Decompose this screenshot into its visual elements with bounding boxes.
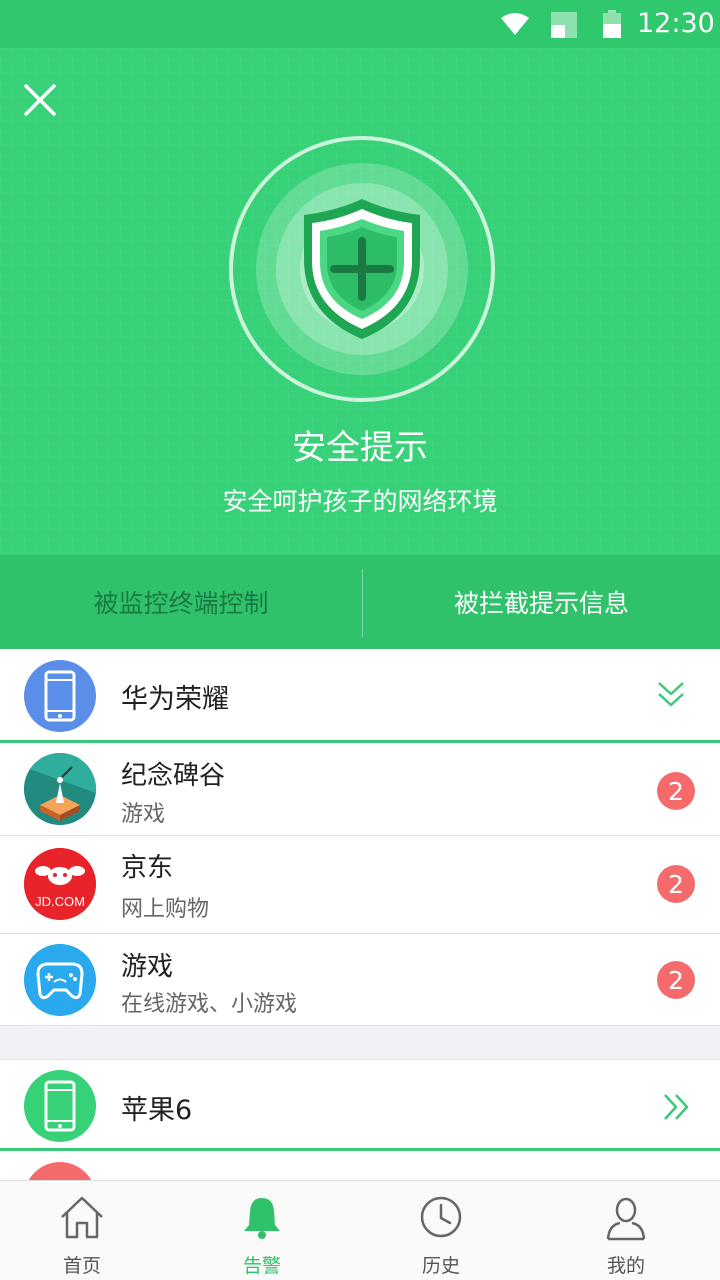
home-icon xyxy=(61,1196,103,1239)
phone-icon xyxy=(44,670,76,722)
device-avatar xyxy=(24,660,96,732)
page-subtitle: 安全呵护孩子的网络环境 xyxy=(222,487,498,516)
device-avatar xyxy=(24,1070,96,1142)
app-category: 在线游戏、小游戏 xyxy=(121,992,298,1017)
status-time: 12:30 xyxy=(637,8,715,39)
jd-icon: JD.COM xyxy=(24,848,96,920)
tab-monitored-terminal-control[interactable]: 被监控终端控制 xyxy=(0,555,362,649)
device-name: 华为荣耀 xyxy=(121,684,229,715)
shield-emblem xyxy=(228,135,496,403)
divider xyxy=(0,1148,720,1151)
list-item[interactable]: JD.COM 京东 网上购物 2 xyxy=(0,836,720,934)
nav-label: 历史 xyxy=(421,1255,460,1277)
wifi-icon xyxy=(501,13,529,35)
signal-icon xyxy=(551,12,577,38)
chevron-down-icon[interactable] xyxy=(656,679,686,709)
app-category: 网上购物 xyxy=(121,897,210,922)
clock-icon xyxy=(420,1196,462,1238)
device-name: 苹果6 xyxy=(121,1095,193,1126)
app-title: 游戏 xyxy=(121,952,174,982)
list-item[interactable]: 游戏 在线游戏、小游戏 2 xyxy=(0,934,720,1026)
page-title: 安全提示 xyxy=(292,428,428,468)
alert-count-badge: 2 xyxy=(657,961,695,999)
status-bar: 12:30 xyxy=(0,0,720,48)
nav-profile[interactable]: 我的 xyxy=(566,1181,686,1280)
app-category: 游戏 xyxy=(121,802,166,827)
bell-icon xyxy=(244,1198,280,1239)
alert-count-badge: 2 xyxy=(657,772,695,810)
bottom-nav: 首页 告警 历史 我的 xyxy=(0,1180,720,1280)
nav-home[interactable]: 首页 xyxy=(22,1181,142,1280)
tab-blocked-alerts[interactable]: 被拦截提示信息 xyxy=(363,555,720,649)
chevron-right-icon[interactable] xyxy=(662,1092,690,1122)
battery-icon xyxy=(603,10,621,38)
close-icon[interactable] xyxy=(22,82,58,118)
jd-logo-text: JD.COM xyxy=(35,894,85,909)
nav-history[interactable]: 历史 xyxy=(381,1181,501,1280)
gamepad-icon xyxy=(24,944,96,1016)
phone-icon xyxy=(44,1080,76,1132)
app-title: 京东 xyxy=(121,853,174,883)
nav-label: 首页 xyxy=(62,1255,101,1277)
nav-label: 告警 xyxy=(242,1255,281,1277)
monument-valley-icon xyxy=(24,753,96,825)
device-row-iphone6[interactable]: 苹果6 xyxy=(0,1060,720,1148)
nav-alerts[interactable]: 告警 xyxy=(202,1181,322,1280)
segment-tabs: 被监控终端控制 被拦截提示信息 xyxy=(0,555,720,649)
security-header: 安全提示 安全呵护孩子的网络环境 xyxy=(0,48,720,555)
user-icon xyxy=(606,1197,646,1241)
section-gap xyxy=(0,1026,720,1060)
device-row-huawei[interactable]: 华为荣耀 xyxy=(0,649,720,743)
nav-label: 我的 xyxy=(606,1255,645,1277)
alert-count-badge: 2 xyxy=(657,865,695,903)
list-item[interactable]: 纪念碑谷 游戏 2 xyxy=(0,743,720,836)
app-title: 纪念碑谷 xyxy=(121,761,226,791)
